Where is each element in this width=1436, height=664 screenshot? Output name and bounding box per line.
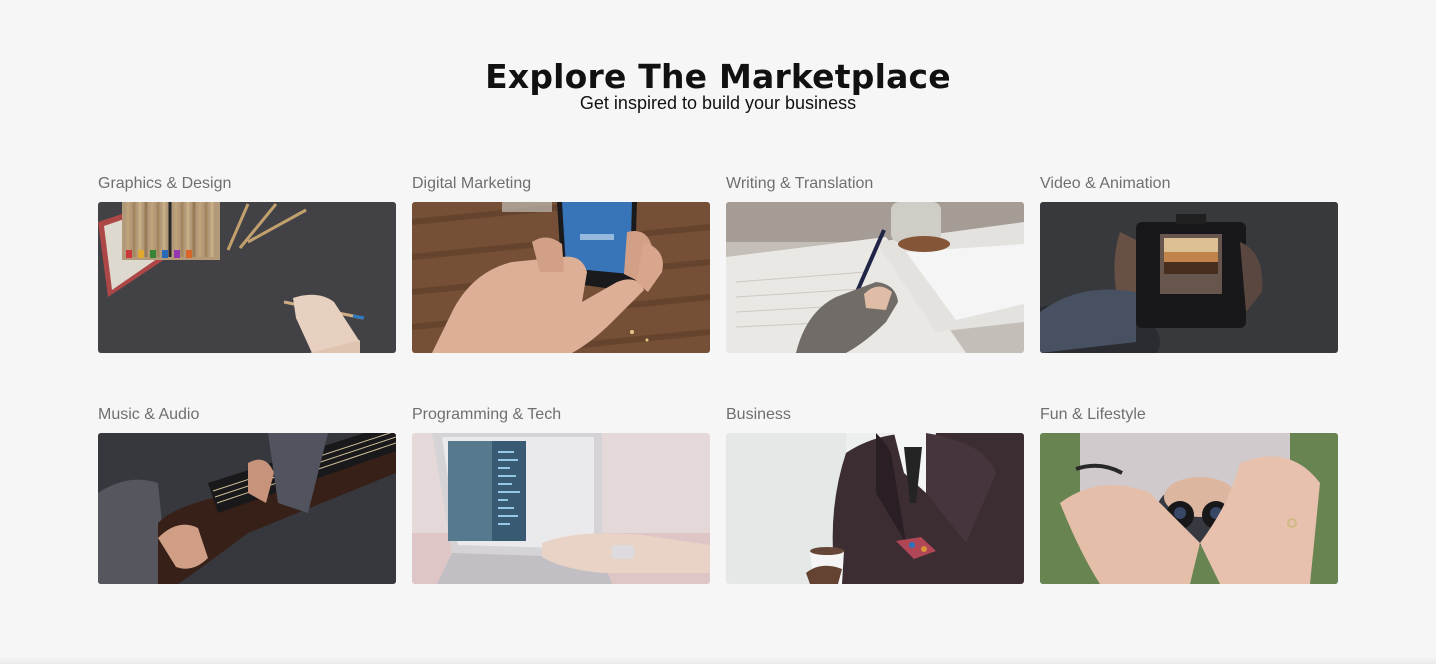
category-card-graphics-design[interactable]: Graphics & Design — [98, 174, 396, 353]
camera-viewfinder-image[interactable] — [1040, 202, 1338, 353]
category-card-digital-marketing[interactable]: Digital Marketing — [412, 174, 710, 353]
pencils-drawing-image[interactable] — [98, 202, 396, 353]
marketplace-section: Explore The Marketplace Get inspired to … — [0, 0, 1436, 664]
category-label[interactable]: Writing & Translation — [726, 174, 1024, 202]
category-card-music-audio[interactable]: Music & Audio — [98, 405, 396, 584]
category-card-business[interactable]: Business — [726, 405, 1024, 584]
category-label[interactable]: Graphics & Design — [98, 174, 396, 202]
heart-hands-image[interactable] — [1040, 433, 1338, 584]
laptop-code-image[interactable] — [412, 433, 710, 584]
section-heading: Explore The Marketplace Get inspired to … — [0, 56, 1436, 114]
smartphone-hand-image[interactable] — [412, 202, 710, 353]
category-card-programming-tech[interactable]: Programming & Tech — [412, 405, 710, 584]
suit-coffee-image[interactable] — [726, 433, 1024, 584]
category-label[interactable]: Music & Audio — [98, 405, 396, 433]
category-label[interactable]: Fun & Lifestyle — [1040, 405, 1338, 433]
category-label[interactable]: Programming & Tech — [412, 405, 710, 433]
guitar-player-image[interactable] — [98, 433, 396, 584]
category-label[interactable]: Digital Marketing — [412, 174, 710, 202]
writing-pen-image[interactable] — [726, 202, 1024, 353]
section-divider — [0, 656, 1436, 664]
category-label[interactable]: Business — [726, 405, 1024, 433]
category-card-writing-translation[interactable]: Writing & Translation — [726, 174, 1024, 353]
category-card-fun-lifestyle[interactable]: Fun & Lifestyle — [1040, 405, 1338, 584]
category-card-video-animation[interactable]: Video & Animation — [1040, 174, 1338, 353]
category-grid: Graphics & Design Digital Marketing Writ… — [98, 174, 1338, 584]
category-label[interactable]: Video & Animation — [1040, 174, 1338, 202]
section-subtitle: Get inspired to build your business — [579, 93, 857, 113]
